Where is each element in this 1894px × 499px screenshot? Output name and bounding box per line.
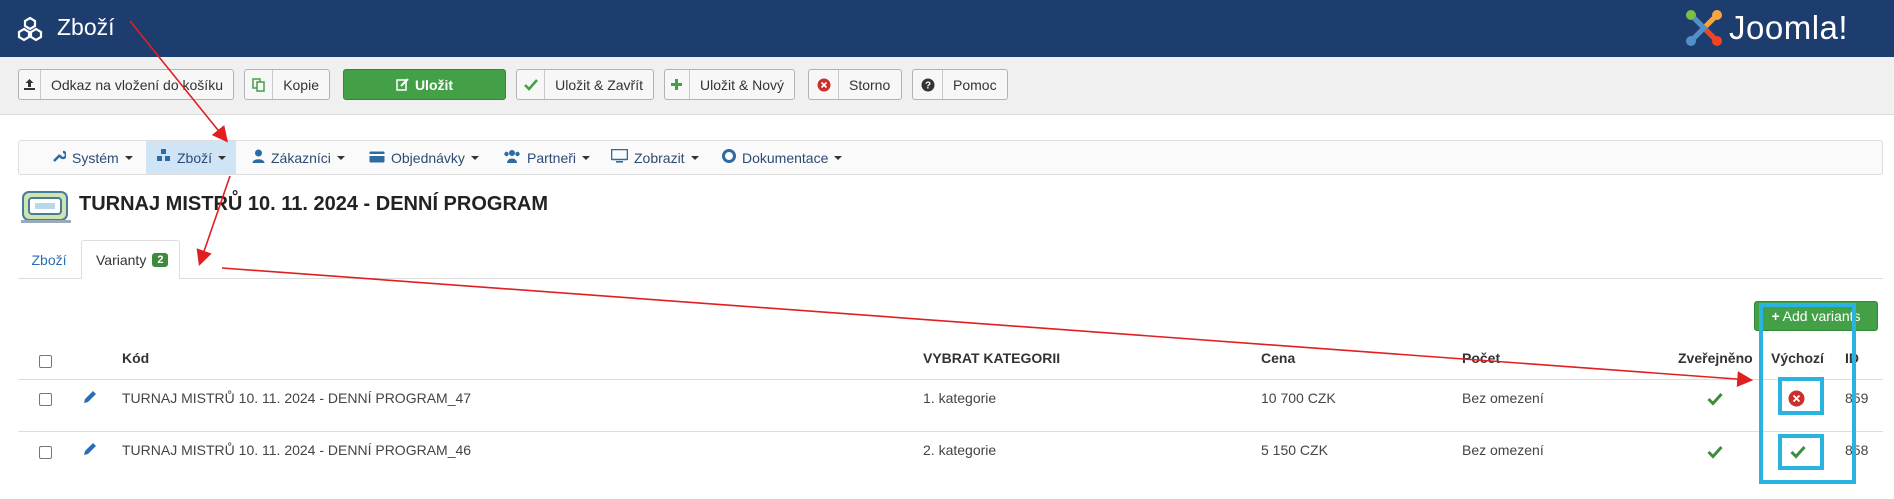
upload-icon	[19, 70, 41, 99]
row-checkbox[interactable]	[39, 446, 52, 459]
row-count: Bez omezení	[1462, 442, 1544, 458]
save-label: Uložit	[414, 76, 454, 93]
user-icon	[252, 149, 265, 166]
tab-variants-label: Varianty	[96, 251, 147, 268]
row-category: 2. kategorie	[923, 442, 997, 458]
help-button[interactable]: ? Pomoc	[912, 69, 1008, 100]
row-count: Bez omezení	[1462, 390, 1544, 406]
nav-item-label: Zobrazit	[634, 149, 685, 166]
caret-down-icon	[218, 155, 227, 160]
joomla-logo: Joomla!	[1683, 6, 1848, 50]
edit-pencil-icon[interactable]	[82, 389, 98, 405]
page-title: TURNAJ MISTRŮ 10. 11. 2024 - DENNÍ PROGR…	[79, 193, 548, 215]
nav-item-documentation[interactable]: Dokumentace	[712, 141, 852, 174]
column-header-category[interactable]: VYBRAT KATEGORII	[923, 350, 1060, 366]
plus-icon	[665, 70, 690, 99]
column-header-code[interactable]: Kód	[122, 350, 149, 366]
check-icon	[517, 70, 546, 99]
stadium-icon	[21, 191, 71, 223]
row-code: TURNAJ MISTRŮ 10. 11. 2024 - DENNÍ PROGR…	[122, 390, 472, 406]
annotation-highlight-cell	[1778, 377, 1824, 415]
save-close-label: Uložit & Zavřít	[555, 76, 643, 93]
joomla-logo-text: Joomla!	[1729, 9, 1849, 46]
lifebuoy-icon	[722, 149, 736, 166]
cart-link-label: Odkaz na vložení do košíku	[51, 76, 223, 93]
caret-down-icon	[470, 155, 479, 160]
caret-down-icon	[582, 155, 591, 160]
row-category: 1. kategorie	[923, 390, 997, 406]
tab-products[interactable]: Zboží	[18, 240, 80, 279]
save-new-label: Uložit & Nový	[699, 76, 784, 93]
annotation-arrow	[196, 175, 231, 267]
row-price: 5 150 CZK	[1261, 442, 1328, 458]
caret-down-icon	[336, 155, 345, 160]
credit-card-icon	[369, 150, 385, 166]
users-icon	[503, 149, 521, 166]
tab-variants[interactable]: Varianty 2	[81, 240, 180, 279]
nav-item-view[interactable]: Zobrazit	[601, 141, 709, 174]
column-header-count[interactable]: Počet	[1462, 350, 1500, 366]
copy-label: Kopie	[283, 76, 319, 93]
save-close-button[interactable]: Uložit & Zavřít	[516, 69, 654, 100]
nav-item-products[interactable]: Zboží	[146, 141, 237, 174]
monitor-icon	[610, 148, 629, 166]
caret-down-icon	[834, 155, 843, 160]
nav-item-label: Zákazníci	[271, 149, 331, 166]
nav-item-label: Dokumentace	[742, 149, 829, 166]
published-check-icon[interactable]	[1707, 445, 1723, 459]
tab-products-label: Zboží	[31, 251, 67, 268]
variants-count-badge: 2	[152, 252, 169, 267]
cubes-icon	[156, 149, 171, 166]
cancel-button[interactable]: Storno	[808, 69, 902, 100]
nav-item-orders[interactable]: Objednávky	[359, 141, 489, 174]
nav-item-label: Objednávky	[391, 149, 465, 166]
select-all-checkbox[interactable]	[39, 355, 52, 368]
nav-item-label: Partneři	[527, 149, 577, 166]
toolbar: Odkaz na vložení do košíku Kopie Uložit …	[0, 57, 1894, 115]
svg-text:?: ?	[924, 80, 930, 91]
cancel-label: Storno	[849, 76, 891, 93]
copy-icon	[245, 70, 274, 99]
row-price: 10 700 CZK	[1261, 390, 1336, 406]
table-header-divider	[18, 379, 1883, 380]
nav-item-partners[interactable]: Partneři	[493, 141, 600, 174]
main-menu: Systém Zboží Zákazníci Objednávky Partne…	[18, 140, 1883, 175]
row-code: TURNAJ MISTRŮ 10. 11. 2024 - DENNÍ PROGR…	[122, 442, 472, 458]
published-check-icon[interactable]	[1707, 392, 1723, 406]
copy-button[interactable]: Kopie	[244, 69, 330, 100]
tabs-divider	[18, 278, 1883, 279]
page-header-title: Zboží	[57, 14, 115, 40]
column-header-published[interactable]: Zveřejněno	[1678, 350, 1753, 366]
help-label: Pomoc	[953, 76, 997, 93]
nav-item-customers[interactable]: Zákazníci	[242, 141, 355, 174]
row-checkbox[interactable]	[39, 393, 52, 406]
table-row-divider	[18, 431, 1883, 432]
cart-link-button[interactable]: Odkaz na vložení do košíku	[18, 69, 234, 100]
column-header-price[interactable]: Cena	[1261, 350, 1295, 366]
nav-item-label: Zboží	[177, 149, 213, 166]
save-new-button[interactable]: Uložit & Nový	[664, 69, 795, 100]
wrench-icon	[52, 149, 68, 166]
save-button[interactable]: Uložit	[343, 69, 506, 100]
nav-item-label: Systém	[72, 149, 119, 166]
caret-down-icon	[690, 155, 699, 160]
nav-item-system[interactable]: Systém	[42, 141, 143, 174]
caret-down-icon	[124, 155, 133, 160]
joomla-logo-icon	[1686, 10, 1722, 46]
edit-icon	[396, 70, 409, 99]
cubes-icon	[17, 16, 43, 42]
edit-pencil-icon[interactable]	[82, 441, 98, 457]
close-circle-icon	[809, 70, 839, 99]
top-header: Zboží Joomla!	[0, 0, 1894, 57]
help-icon: ?	[913, 70, 943, 99]
annotation-highlight-cell	[1778, 434, 1824, 470]
